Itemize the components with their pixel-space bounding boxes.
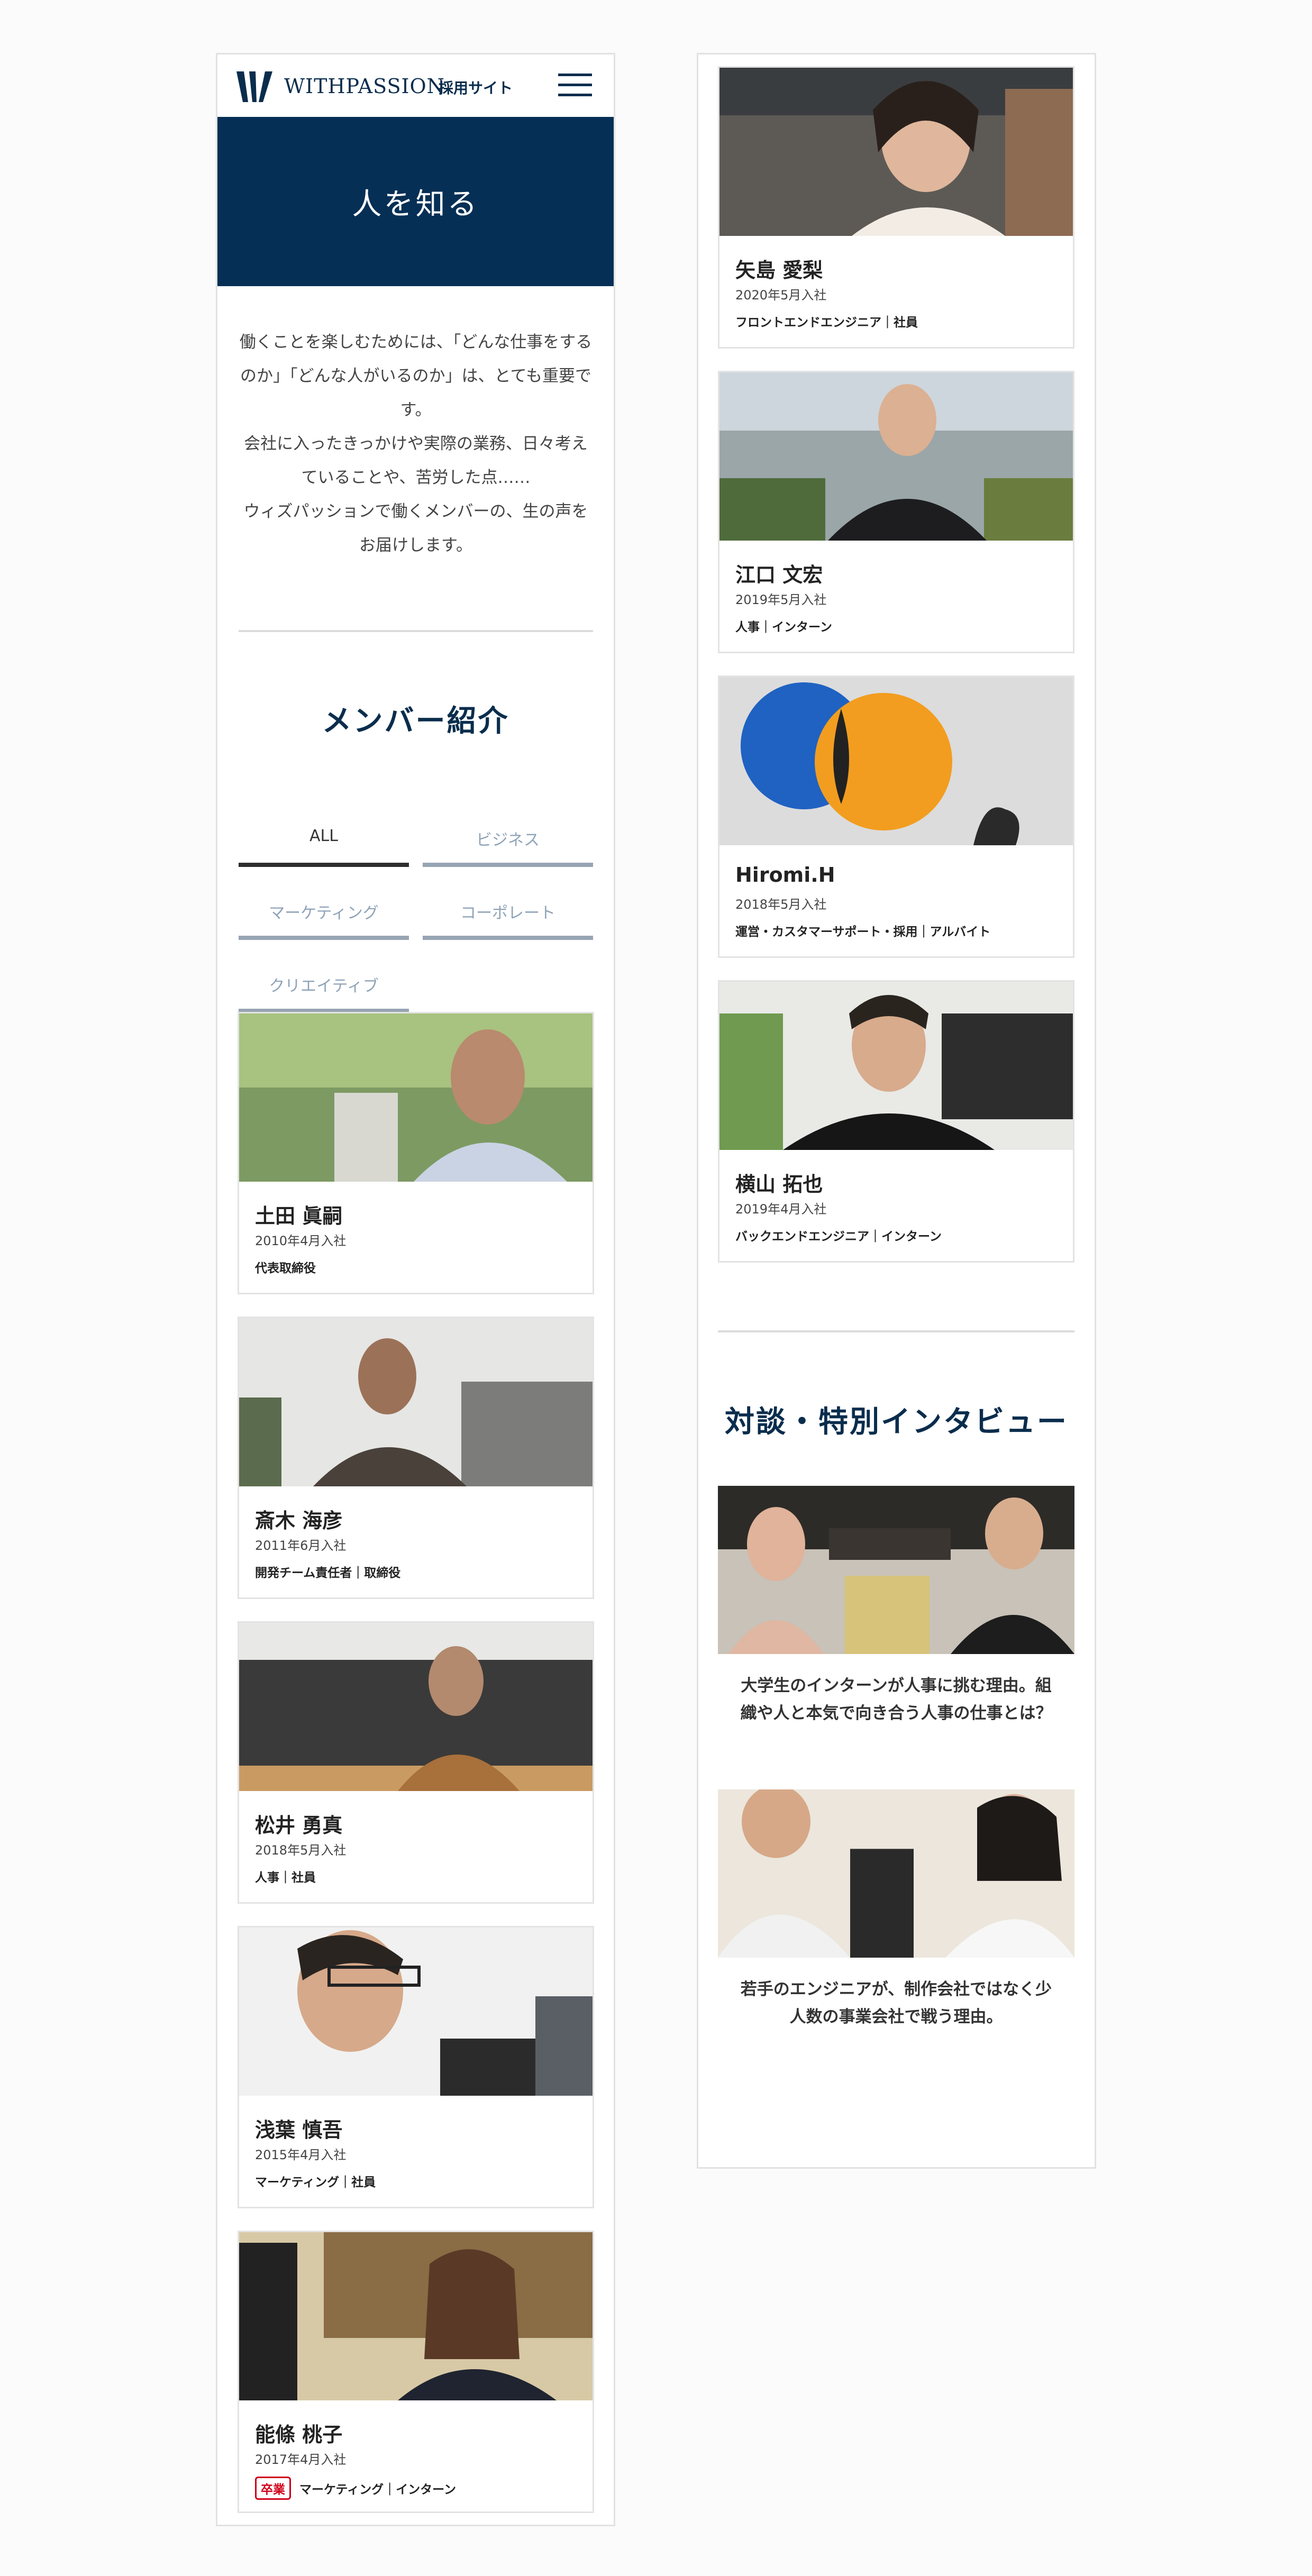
member-card[interactable]: 江口 文宏 2019年5月入社 人事｜インターン — [718, 371, 1074, 653]
member-photo — [239, 1623, 593, 1791]
tab-creative[interactable]: クリエイティブ — [239, 962, 409, 1013]
page-title: 人を知る — [352, 187, 479, 222]
tab-marketing[interactable]: マーケティング — [239, 889, 409, 940]
member-photo — [239, 1318, 593, 1486]
tab-corporate[interactable]: コーポレート — [423, 889, 593, 940]
member-card[interactable]: 横山 拓也 2019年4月入社 バックエンドエンジニア｜インターン — [718, 980, 1074, 1263]
intro-text: 働くことを楽しむためには、「どんな仕事をするのか」「どんな人がいるのか」は、とて… — [239, 325, 593, 562]
withpassion-logo-icon[interactable] — [236, 71, 272, 102]
section-divider — [239, 630, 593, 632]
member-name: 矢島 愛梨 — [735, 259, 823, 282]
member-name: 土田 眞嗣 — [255, 1204, 343, 1228]
member-card[interactable]: 松井 勇真 2018年5月入社 人事｜社員 — [238, 1621, 594, 1904]
logo-subtitle: 採用サイト — [439, 79, 513, 97]
interview-card[interactable]: 大学生のインターンが人事に挑む理由。組織や人と本気で向き合う人事の仕事とは？ — [718, 1486, 1074, 1727]
member-joined-date: 2010年4月入社 — [255, 1234, 347, 1248]
member-joined-date: 2018年5月入社 — [255, 1843, 347, 1858]
member-joined-date: 2020年5月入社 — [735, 288, 827, 303]
left-column: WITHPASSION 採用サイト 人を知る 働くことを楽しむためには、「どんな… — [216, 53, 615, 2526]
member-joined-date: 2019年4月入社 — [735, 1202, 827, 1217]
interview-card[interactable]: 若手のエンジニアが、制作会社ではなく少人数の事業会社で戦う理由。 — [718, 1789, 1074, 2031]
member-roles: フロントエンドエンジニア｜社員 — [735, 316, 918, 330]
interviews-section-title: 対談・特別インタビュー — [725, 1405, 1068, 1439]
member-roles: 人事｜インターン — [735, 620, 832, 634]
member-joined-date: 2018年5月入社 — [735, 897, 827, 912]
right-column: 矢島 愛梨 2020年5月入社 フロントエンドエンジニア｜社員 江口 文宏 20… — [697, 53, 1096, 2169]
member-name: 浅葉 慎吾 — [255, 2118, 343, 2142]
member-photo — [719, 372, 1073, 541]
logo-text[interactable]: WITHPASSION — [284, 75, 445, 98]
interview-photo — [718, 1789, 1074, 1958]
member-card[interactable]: 浅葉 慎吾 2015年4月入社 マーケティング｜社員 — [238, 1926, 594, 2208]
member-joined-date: 2019年5月入社 — [735, 592, 827, 607]
member-name: 能條 桃子 — [255, 2423, 343, 2446]
interview-photo — [718, 1486, 1074, 1654]
intro-line: 会社に入ったきっかけや実際の業務、日々考えていることや、苦労した点…… — [244, 434, 588, 487]
section-divider — [718, 1330, 1074, 1332]
member-roles: バックエンドエンジニア｜インターン — [735, 1230, 942, 1244]
site-header: WITHPASSION 採用サイト — [217, 54, 614, 117]
member-photo — [239, 1928, 593, 2096]
member-card[interactable]: Hiromi.H 2018年5月入社 運営・カスタマーサポート・採用｜アルバイト — [718, 675, 1074, 958]
member-name: 横山 拓也 — [735, 1173, 823, 1196]
member-name: Hiromi.H — [735, 863, 835, 887]
interview-caption: 若手のエンジニアが、制作会社ではなく少人数の事業会社で戦う理由。 — [740, 1980, 1052, 2026]
member-joined-date: 2011年6月入社 — [255, 1538, 347, 1553]
member-joined-date: 2017年4月入社 — [255, 2452, 347, 2467]
member-photo — [719, 982, 1073, 1150]
intro-line: ウィズパッションで働くメンバーの、生の声をお届けします。 — [243, 502, 588, 555]
member-name: 斎木 海彦 — [255, 1509, 343, 1532]
member-roles: 運営・カスタマーサポート・採用｜アルバイト — [735, 925, 991, 939]
graduated-badge: 卒業 — [255, 2477, 291, 2500]
member-card[interactable]: 能條 桃子 2017年4月入社 卒業 マーケティング｜インターン — [238, 2231, 594, 2513]
members-section-title: メンバー紹介 — [322, 704, 509, 738]
member-name: 江口 文宏 — [735, 563, 823, 587]
member-roles: 人事｜社員 — [255, 1871, 316, 1885]
hamburger-menu-icon[interactable] — [558, 74, 592, 99]
member-card[interactable]: 矢島 愛梨 2020年5月入社 フロントエンドエンジニア｜社員 — [718, 66, 1074, 349]
member-roles: 卒業 マーケティング｜インターン — [255, 2477, 456, 2500]
intro-line: 働くことを楽しむためには、「どんな仕事をするのか」「どんな人がいるのか」は、とて… — [239, 333, 593, 419]
member-roles: マーケティング｜社員 — [255, 2176, 376, 2189]
member-photo — [719, 68, 1073, 236]
member-roles: 代表取締役 — [255, 1262, 316, 1275]
member-name: 松井 勇真 — [255, 1814, 343, 1837]
member-roles: 開発チーム責任者｜取締役 — [255, 1566, 401, 1580]
member-card[interactable]: 土田 眞嗣 2010年4月入社 代表取締役 — [238, 1012, 594, 1294]
member-photo — [719, 677, 1073, 845]
tab-all[interactable]: ALL — [239, 816, 409, 867]
member-photo — [239, 2232, 593, 2400]
member-card[interactable]: 斎木 海彦 2011年6月入社 開発チーム責任者｜取締役 — [238, 1317, 594, 1599]
member-photo — [239, 1013, 593, 1182]
interview-caption: 大学生のインターンが人事に挑む理由。組織や人と本気で向き合う人事の仕事とは？ — [740, 1676, 1052, 1723]
tab-business[interactable]: ビジネス — [423, 816, 593, 867]
hero-banner: 人を知る — [217, 117, 614, 286]
member-joined-date: 2015年4月入社 — [255, 2148, 347, 2162]
